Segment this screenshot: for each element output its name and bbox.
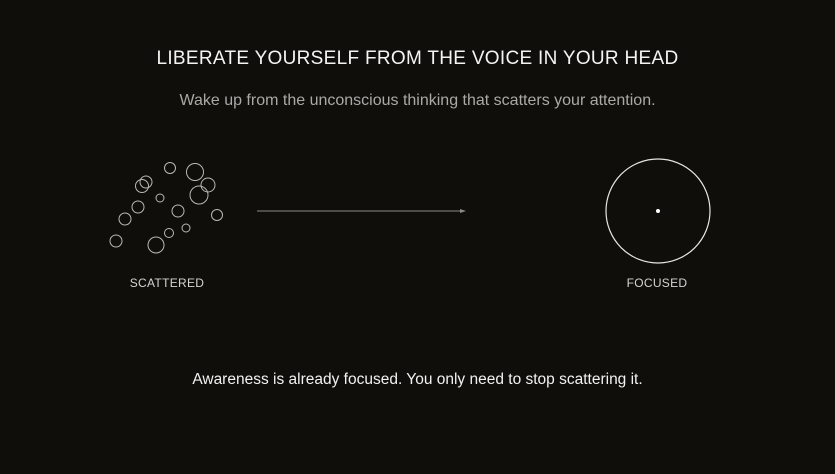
- focus-center-dot: [656, 209, 660, 213]
- thought-circle: [131, 200, 145, 214]
- thought-circle: [155, 193, 165, 203]
- scattered-thoughts-cluster: [109, 162, 223, 254]
- thought-circle: [147, 236, 165, 254]
- transition-arrow: [257, 209, 466, 213]
- thought-circle: [109, 234, 123, 248]
- page-subtitle: Wake up from the unconscious thinking th…: [179, 92, 656, 109]
- thought-circle: [139, 175, 153, 189]
- page-title: LIBERATE YOURSELF FROM THE VOICE IN YOUR…: [156, 48, 679, 69]
- thought-circle: [186, 163, 204, 181]
- thought-circle: [200, 177, 216, 193]
- thought-circle: [118, 212, 132, 226]
- thought-circle: [164, 228, 174, 238]
- closing-statement: Awareness is already focused. You only n…: [192, 371, 643, 388]
- focused-label: FOCUSED: [626, 276, 688, 290]
- scattered-label: SCATTERED: [129, 276, 205, 290]
- thought-circle: [181, 223, 191, 233]
- scatter-to-focus-illustration: [109, 158, 711, 264]
- focused-awareness: [605, 158, 711, 264]
- thought-circle: [189, 185, 209, 205]
- thought-circle: [211, 209, 223, 221]
- thought-circle: [171, 204, 185, 218]
- thought-circle: [164, 162, 176, 174]
